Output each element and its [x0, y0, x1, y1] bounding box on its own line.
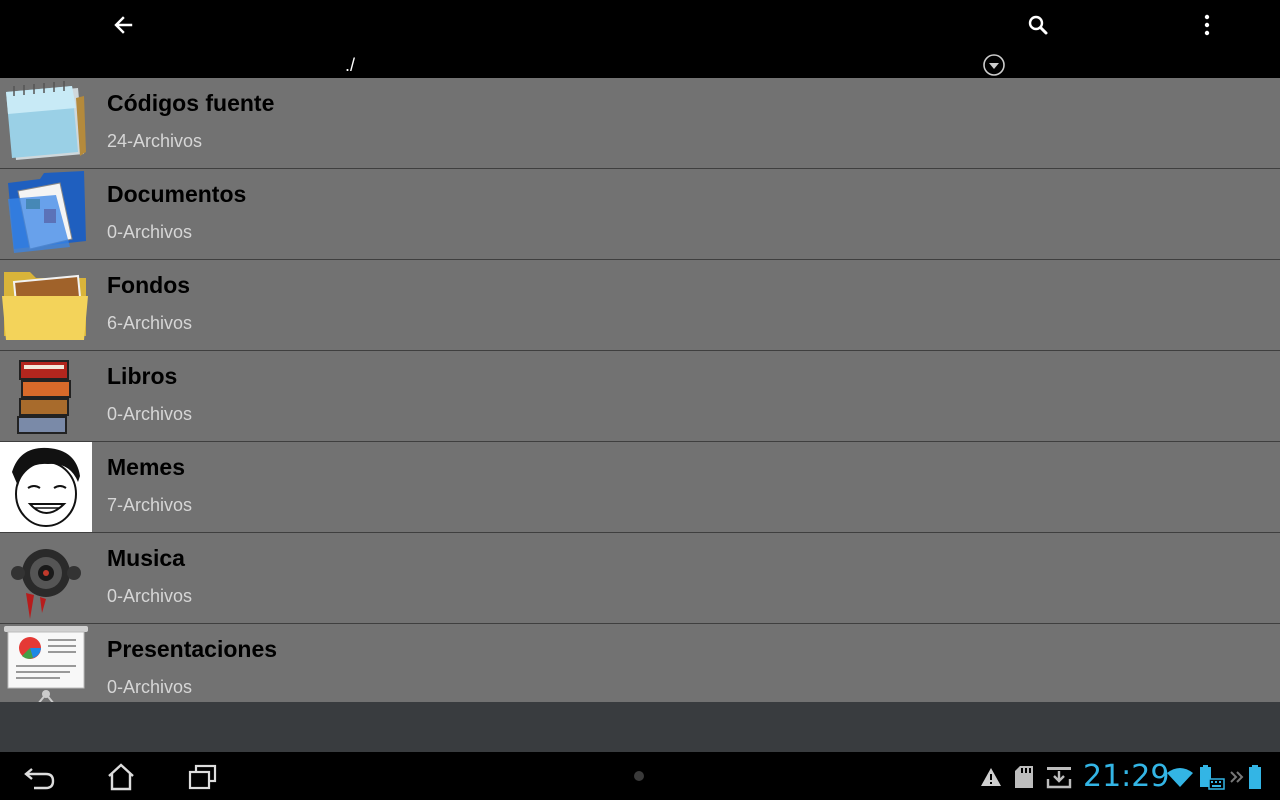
- list-item[interactable]: Memes 7-Archivos: [0, 442, 1280, 533]
- clock[interactable]: 21:29: [1083, 761, 1169, 793]
- list-item[interactable]: Códigos fuente 24-Archivos: [0, 78, 1280, 169]
- list-item[interactable]: Musica 0-Archivos: [0, 533, 1280, 624]
- notepad-icon: [0, 78, 92, 168]
- list-item[interactable]: Presentaciones 0-Archivos: [0, 624, 1280, 702]
- back-nav-icon[interactable]: [20, 760, 60, 794]
- home-icon[interactable]: [102, 760, 140, 794]
- sd-card-icon[interactable]: [1014, 760, 1036, 794]
- folder-list: Códigos fuente 24-Archivos Documentos 0-…: [0, 78, 1280, 702]
- folder-name: Memes: [107, 454, 185, 480]
- action-bar: ./: [0, 0, 1280, 78]
- page-indicator: [634, 771, 644, 781]
- presentation-icon: [0, 624, 92, 702]
- folder-name: Musica: [107, 545, 185, 571]
- wifi-icon[interactable]: [1166, 760, 1194, 794]
- search-icon[interactable]: [1020, 8, 1056, 42]
- file-count: 7-Archivos: [107, 495, 193, 515]
- file-count: 0-Archivos: [107, 404, 193, 424]
- books-icon: [0, 351, 92, 441]
- documents-folder-icon: [0, 169, 92, 259]
- folder-name: Presentaciones: [107, 636, 278, 662]
- list-footer: [0, 702, 1280, 752]
- system-bar: 21:29: [0, 752, 1280, 800]
- folder-name: Códigos fuente: [107, 90, 275, 116]
- warning-icon[interactable]: [980, 760, 1002, 794]
- folder-name: Libros: [107, 363, 178, 389]
- folder-name: Fondos: [107, 272, 191, 298]
- speaker-icon: [0, 533, 92, 623]
- list-item[interactable]: Libros 0-Archivos: [0, 351, 1280, 442]
- download-icon[interactable]: [1046, 760, 1072, 794]
- recent-apps-icon[interactable]: [183, 760, 221, 794]
- list-item[interactable]: Fondos 6-Archivos: [0, 260, 1280, 351]
- file-count: 6-Archivos: [107, 313, 193, 333]
- chevron-down-circle-icon[interactable]: [982, 53, 1006, 77]
- pictures-folder-icon: [0, 260, 92, 350]
- battery-keyboard-icon[interactable]: [1197, 760, 1225, 794]
- file-count: 0-Archivos: [107, 586, 193, 606]
- meme-face-icon: [0, 442, 92, 532]
- list-item[interactable]: Documentos 0-Archivos: [0, 169, 1280, 260]
- battery-icon[interactable]: [1248, 760, 1264, 794]
- file-count: 24-Archivos: [107, 131, 203, 151]
- current-path: ./: [345, 55, 356, 75]
- file-count: 0-Archivos: [107, 222, 193, 242]
- chevron-double-right-icon[interactable]: [1229, 760, 1245, 794]
- folder-name: Documentos: [107, 181, 247, 207]
- back-arrow-icon[interactable]: [105, 8, 141, 42]
- file-count: 0-Archivos: [107, 677, 193, 697]
- more-vertical-icon[interactable]: [1189, 8, 1225, 42]
